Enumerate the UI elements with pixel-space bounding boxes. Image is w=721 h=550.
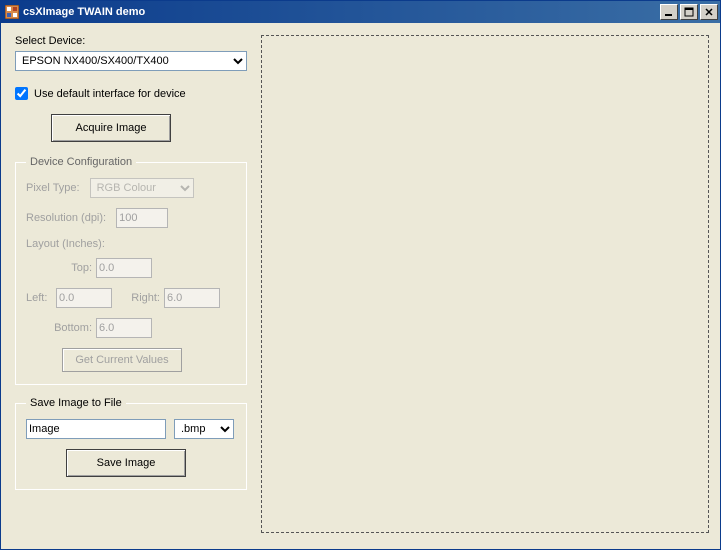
- default-interface-label: Use default interface for device: [34, 88, 186, 100]
- layout-bottom-field: [96, 318, 152, 338]
- window: csXImage TWAIN demo Select Device: EPSON…: [0, 0, 721, 550]
- default-interface-checkbox[interactable]: [15, 87, 28, 100]
- minimize-button[interactable]: [660, 4, 678, 20]
- layout-bottom-label: Bottom:: [50, 322, 92, 334]
- layout-label: Layout (Inches):: [26, 238, 236, 250]
- default-interface-row: Use default interface for device: [15, 87, 247, 100]
- image-preview-area: [261, 35, 709, 533]
- device-configuration-legend: Device Configuration: [26, 156, 136, 168]
- select-device-label: Select Device:: [15, 35, 247, 47]
- pixel-type-combo: RGB Colour: [90, 178, 194, 198]
- maximize-button[interactable]: [680, 4, 698, 20]
- window-buttons: [658, 4, 718, 20]
- save-image-legend: Save Image to File: [26, 397, 126, 409]
- left-panel: Select Device: EPSON NX400/SX400/TX400 U…: [15, 35, 247, 537]
- right-panel: [261, 35, 709, 537]
- layout-right-field: [164, 288, 220, 308]
- app-icon: [5, 5, 19, 19]
- acquire-image-button[interactable]: Acquire Image: [51, 114, 171, 142]
- layout-left-label: Left:: [26, 292, 52, 304]
- resolution-label: Resolution (dpi):: [26, 212, 106, 224]
- select-device-combo[interactable]: EPSON NX400/SX400/TX400: [15, 51, 247, 71]
- save-image-group: Save Image to File .bmp Save Image: [15, 397, 247, 490]
- pixel-type-label: Pixel Type:: [26, 182, 80, 194]
- extension-combo[interactable]: .bmp: [174, 419, 234, 439]
- device-configuration-group: Device Configuration Pixel Type: RGB Col…: [15, 156, 247, 385]
- layout-right-label: Right:: [126, 292, 160, 304]
- layout-top-field: [96, 258, 152, 278]
- resolution-field: [116, 208, 168, 228]
- filename-field[interactable]: [26, 419, 166, 439]
- get-current-values-button: Get Current Values: [62, 348, 182, 372]
- layout-left-field: [56, 288, 112, 308]
- window-title: csXImage TWAIN demo: [23, 6, 658, 18]
- client-area: Select Device: EPSON NX400/SX400/TX400 U…: [1, 23, 720, 549]
- save-image-button[interactable]: Save Image: [66, 449, 186, 477]
- close-button[interactable]: [700, 4, 718, 20]
- layout-top-label: Top:: [60, 262, 92, 274]
- titlebar: csXImage TWAIN demo: [1, 1, 720, 23]
